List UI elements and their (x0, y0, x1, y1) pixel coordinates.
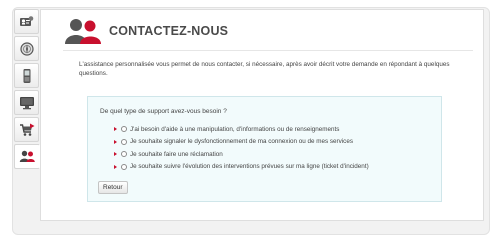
sidebar-item-cart[interactable] (14, 117, 39, 142)
shopping-cart-icon (19, 123, 34, 136)
sidebar (14, 9, 40, 171)
support-option-help[interactable]: J'ai besoin d'aide à une manipulation, d… (114, 123, 369, 136)
support-options: J'ai besoin d'aide à une manipulation, d… (114, 123, 369, 173)
support-option-malfunction[interactable]: Je souhaite signaler le dysfonctionnemen… (114, 136, 369, 149)
main-panel: CONTACTEZ-NOUS L'assistance personnalisé… (40, 9, 484, 221)
page-header: CONTACTEZ-NOUS (63, 17, 228, 45)
sidebar-item-compass[interactable] (14, 36, 39, 61)
support-question-box: De quel type de support avez-vous besoin… (87, 96, 442, 202)
intro-text: L'assistance personnalisée vous permet d… (79, 61, 450, 77)
arrow-bullet-icon (114, 139, 117, 144)
sidebar-item-mobile[interactable] (14, 63, 39, 88)
back-button[interactable]: Retour (98, 181, 128, 194)
radio-button[interactable] (121, 138, 127, 145)
option-label: J'ai besoin d'aide à une manipulation, d… (130, 125, 340, 133)
option-label: Je souhaite signaler le dysfonctionnemen… (130, 138, 353, 146)
option-label: Je souhaite faire une réclamation (130, 150, 223, 158)
sidebar-item-contact-card[interactable] (14, 9, 39, 34)
arrow-bullet-icon (114, 127, 117, 132)
sidebar-item-monitor[interactable] (14, 90, 39, 115)
support-option-incident-ticket[interactable]: Je souhaite suivre l'évolution des inter… (114, 161, 369, 174)
mobile-phone-icon (23, 68, 30, 83)
radio-button[interactable] (121, 126, 127, 133)
question-label: De quel type de support avez-vous besoin… (100, 108, 227, 115)
title-divider (63, 50, 473, 51)
sidebar-item-contact[interactable] (14, 144, 40, 169)
compass-icon (19, 41, 34, 56)
page-title: CONTACTEZ-NOUS (109, 24, 229, 38)
people-icon (19, 150, 35, 162)
arrow-bullet-icon (114, 164, 117, 169)
radio-button[interactable] (121, 163, 127, 170)
people-icon (65, 19, 101, 44)
option-label: Je souhaite suivre l'évolution des inter… (130, 163, 369, 171)
radio-button[interactable] (121, 151, 127, 158)
monitor-icon (19, 96, 34, 109)
support-option-complaint[interactable]: Je souhaite faire une réclamation (114, 148, 369, 161)
arrow-bullet-icon (114, 152, 117, 157)
contact-card-icon (20, 16, 34, 26)
